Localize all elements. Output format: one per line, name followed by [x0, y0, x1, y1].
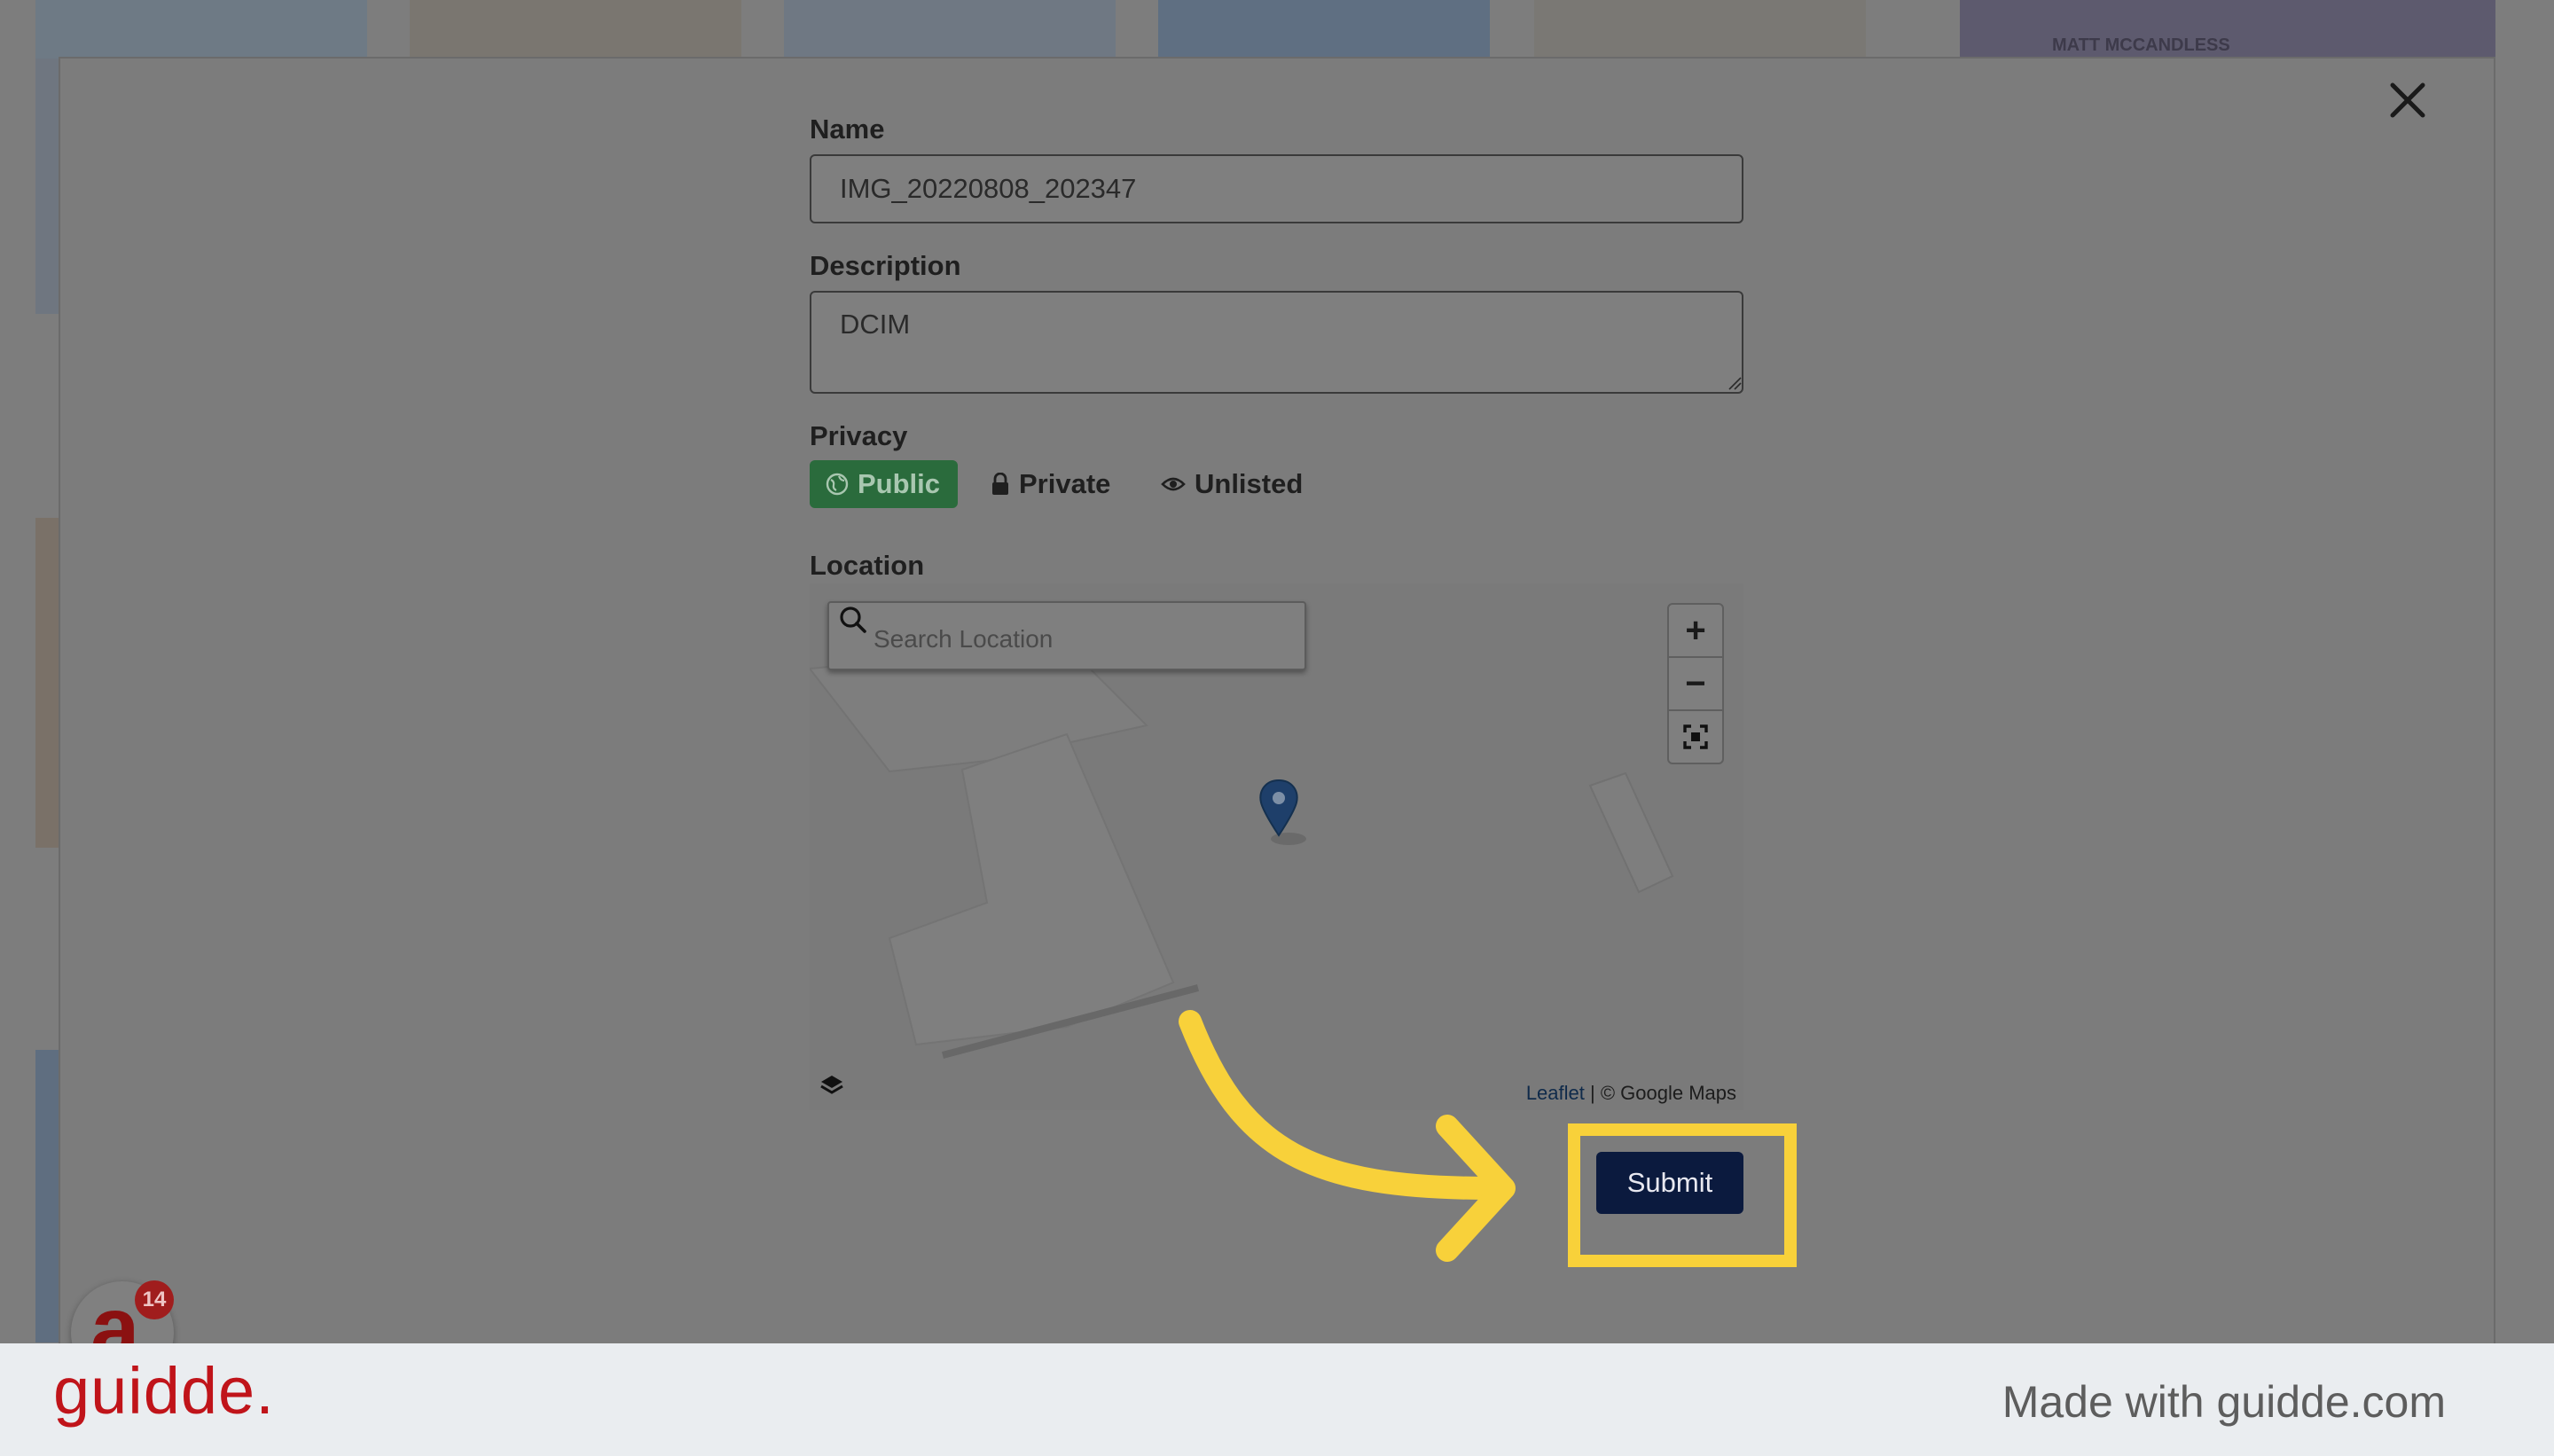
eye-icon: [1161, 477, 1186, 491]
zoom-out-button[interactable]: −: [1669, 658, 1722, 711]
privacy-public-label: Public: [858, 468, 941, 499]
location-search-input[interactable]: [872, 621, 1292, 658]
privacy-label: Privacy: [810, 420, 908, 451]
bg-thumbnail: [1158, 0, 1490, 59]
privacy-unlisted-label: Unlisted: [1195, 468, 1304, 499]
location-search[interactable]: [827, 601, 1306, 670]
resize-grip-icon[interactable]: [1727, 376, 1742, 390]
submit-button[interactable]: Submit: [1596, 1152, 1743, 1214]
lock-icon: [992, 473, 1008, 495]
map-attribution: Leaflet | © Google Maps: [1526, 1082, 1736, 1105]
attribution-text: | © Google Maps: [1584, 1082, 1736, 1104]
bg-side-card: [35, 518, 59, 848]
layers-icon[interactable]: [819, 1073, 845, 1100]
map-pin-icon: [1259, 779, 1306, 845]
description-field[interactable]: DCIM: [810, 291, 1743, 394]
privacy-option-private[interactable]: Private: [991, 460, 1110, 508]
globe-icon: [826, 473, 849, 496]
guide-arrow-icon: [1179, 1010, 1516, 1262]
fullscreen-icon: [1683, 724, 1708, 749]
map-zoom-control: + −: [1667, 603, 1724, 764]
bg-side-card: [35, 1050, 59, 1342]
notification-count-badge: 14: [135, 1280, 174, 1319]
bg-thumbnail: [1534, 0, 1866, 59]
close-icon[interactable]: [2386, 78, 2430, 122]
privacy-option-public[interactable]: Public: [810, 460, 958, 508]
name-label: Name: [810, 114, 885, 145]
description-label: Description: [810, 250, 961, 281]
guidde-logo: guidde.: [53, 1354, 275, 1428]
made-with-text: Made with guidde.com: [2002, 1377, 2446, 1427]
bg-thumbnail: [35, 0, 367, 59]
bg-banner: MATT MCCANDLESS: [1960, 0, 2495, 59]
fullscreen-button[interactable]: [1669, 711, 1722, 763]
privacy-option-unlisted[interactable]: Unlisted: [1161, 460, 1303, 508]
bg-side-card: [35, 59, 59, 314]
search-icon: [840, 607, 866, 633]
name-field[interactable]: [810, 154, 1743, 223]
privacy-private-label: Private: [1019, 468, 1111, 499]
bg-thumbnail: [410, 0, 741, 59]
bg-banner-text: MATT MCCANDLESS: [2052, 35, 2230, 55]
zoom-in-button[interactable]: +: [1669, 605, 1722, 658]
bg-thumbnail: [784, 0, 1116, 59]
location-label: Location: [810, 550, 925, 581]
